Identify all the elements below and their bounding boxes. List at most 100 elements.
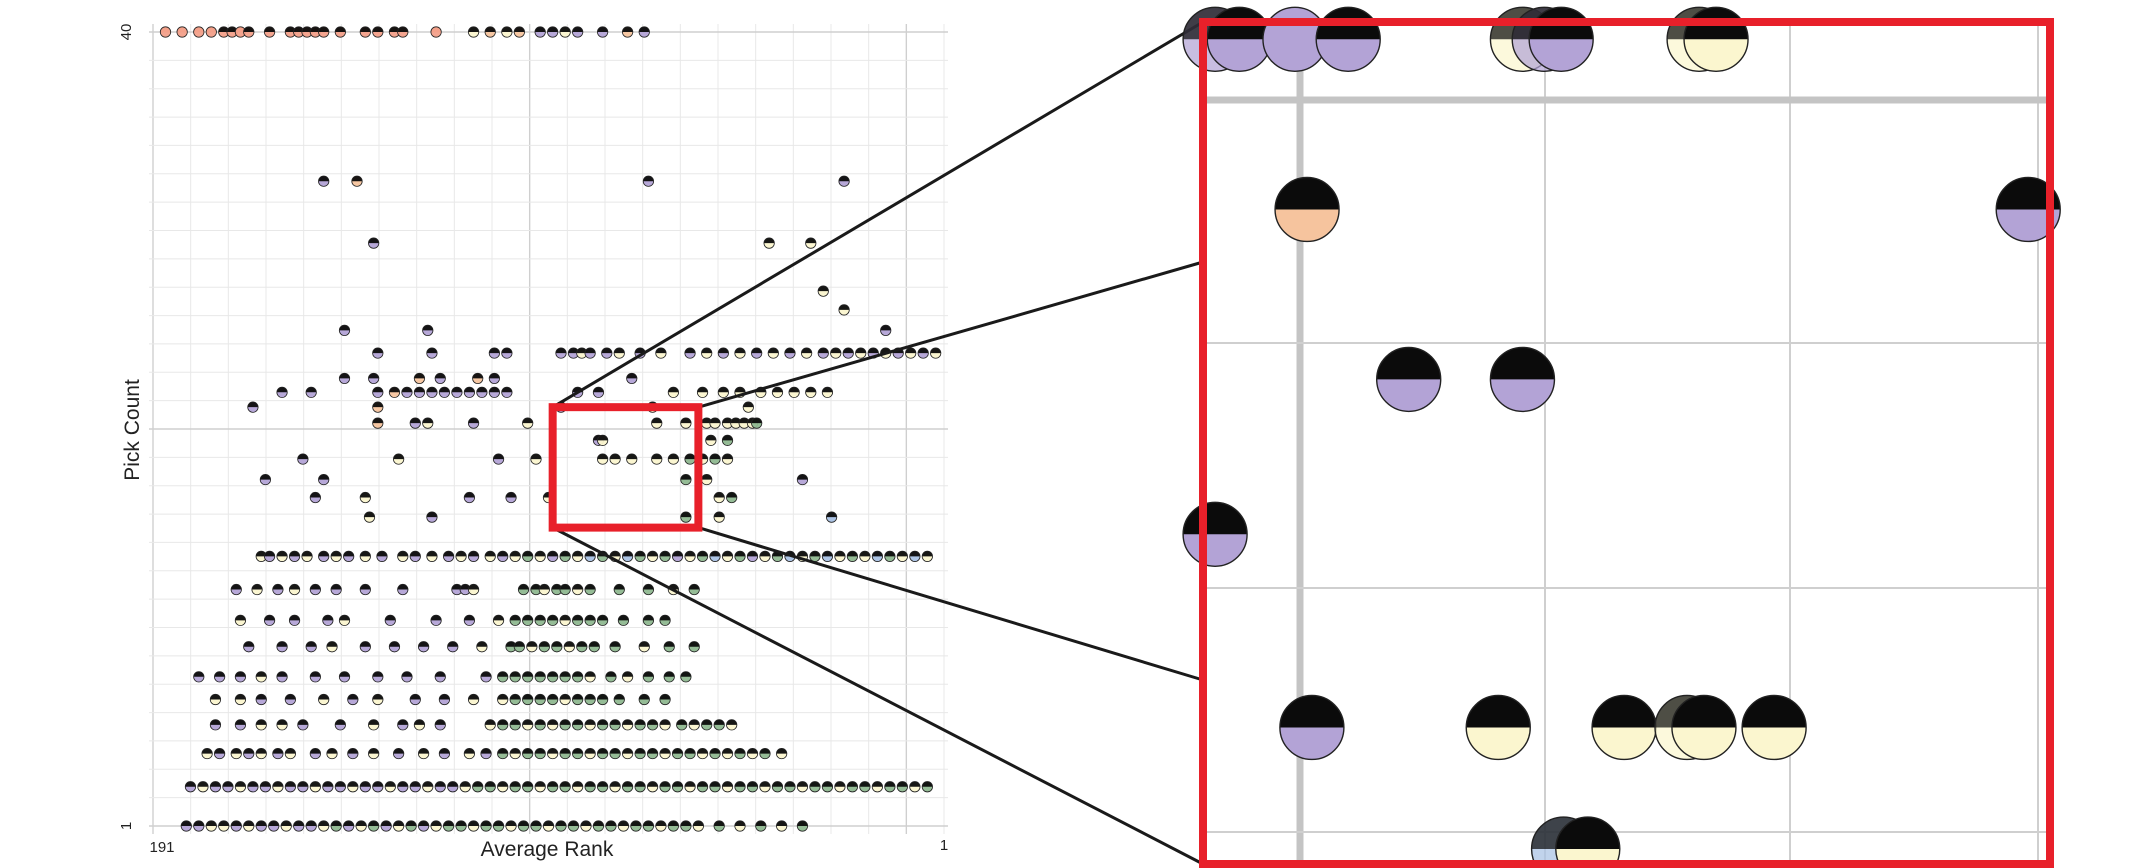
data-point bbox=[742, 401, 754, 413]
data-point bbox=[638, 693, 650, 706]
data-point bbox=[372, 347, 384, 359]
data-point bbox=[484, 719, 496, 731]
data-point bbox=[696, 781, 709, 793]
data-point bbox=[547, 550, 559, 562]
data-point bbox=[684, 347, 696, 359]
data-point bbox=[734, 347, 746, 359]
data-point bbox=[751, 417, 763, 429]
data-point bbox=[197, 781, 209, 793]
data-point bbox=[522, 693, 534, 706]
data-point bbox=[621, 550, 634, 562]
data-point bbox=[659, 781, 671, 793]
data-point bbox=[709, 781, 721, 793]
data-point bbox=[297, 719, 309, 731]
data-point bbox=[805, 386, 817, 398]
data-point bbox=[559, 614, 571, 626]
data-point bbox=[597, 434, 609, 446]
data-point bbox=[759, 747, 771, 760]
data-point bbox=[584, 550, 596, 562]
data-point bbox=[284, 747, 296, 760]
data-point bbox=[509, 781, 521, 793]
data-point bbox=[305, 641, 317, 653]
data-point bbox=[688, 641, 700, 653]
data-point bbox=[434, 671, 446, 683]
data-point bbox=[430, 820, 442, 832]
data-point bbox=[318, 26, 330, 38]
data-point bbox=[334, 781, 346, 793]
data-point bbox=[442, 820, 455, 832]
data-point bbox=[322, 781, 334, 793]
data-point bbox=[205, 26, 217, 38]
data-point bbox=[659, 550, 671, 562]
y-tick-label-top: 40 bbox=[118, 24, 135, 41]
data-point bbox=[209, 693, 222, 706]
data-point bbox=[613, 347, 625, 359]
data-point bbox=[884, 781, 896, 793]
data-point bbox=[509, 550, 521, 562]
data-point bbox=[372, 401, 384, 413]
data-point bbox=[522, 671, 534, 683]
data-point bbox=[318, 550, 330, 562]
data-point bbox=[659, 719, 671, 731]
data-point bbox=[255, 671, 267, 683]
data-point bbox=[297, 781, 309, 793]
data-point bbox=[621, 671, 634, 683]
data-point bbox=[434, 719, 446, 731]
data-point bbox=[309, 583, 321, 596]
data-point bbox=[376, 550, 388, 562]
data-point bbox=[480, 820, 492, 832]
data-point bbox=[825, 511, 838, 523]
data-point bbox=[859, 781, 871, 793]
data-point bbox=[896, 781, 908, 793]
data-point bbox=[476, 386, 488, 398]
data-point bbox=[696, 550, 709, 562]
data-point bbox=[771, 386, 784, 398]
data-point bbox=[671, 781, 684, 793]
data-point bbox=[509, 693, 521, 706]
data-point bbox=[871, 550, 883, 562]
data-point bbox=[276, 641, 288, 653]
data-point bbox=[559, 583, 571, 596]
data-point bbox=[547, 26, 559, 38]
data-point bbox=[584, 781, 596, 793]
data-point bbox=[667, 453, 679, 465]
data-point bbox=[380, 820, 392, 832]
data-point bbox=[721, 550, 734, 562]
data-point bbox=[576, 641, 588, 653]
data-point bbox=[547, 671, 559, 683]
data-point bbox=[572, 747, 584, 760]
data-point bbox=[426, 550, 438, 562]
data-point bbox=[234, 693, 247, 706]
data-point bbox=[572, 26, 584, 38]
data-point bbox=[413, 719, 426, 731]
data-point bbox=[347, 781, 359, 793]
data-point bbox=[201, 747, 213, 760]
data-point bbox=[243, 641, 255, 653]
data-point bbox=[326, 747, 338, 760]
data-point bbox=[368, 372, 380, 385]
data-point bbox=[842, 347, 854, 359]
data-point bbox=[276, 386, 288, 398]
data-point bbox=[467, 26, 480, 38]
data-point bbox=[338, 372, 351, 385]
data-point bbox=[530, 820, 542, 832]
data-point bbox=[492, 614, 505, 626]
data-point bbox=[696, 386, 709, 398]
data-point bbox=[751, 347, 763, 359]
data-point bbox=[776, 747, 788, 760]
data-point bbox=[651, 453, 663, 465]
data-point bbox=[230, 820, 242, 832]
data-point bbox=[488, 347, 500, 359]
data-point bbox=[1741, 694, 1807, 761]
data-point bbox=[713, 719, 725, 731]
data-point bbox=[522, 417, 534, 429]
data-point bbox=[272, 583, 284, 596]
data-point bbox=[517, 583, 530, 596]
data-point bbox=[534, 781, 546, 793]
data-point bbox=[276, 719, 288, 731]
data-point bbox=[338, 614, 351, 626]
data-point bbox=[559, 781, 571, 793]
data-point bbox=[909, 550, 921, 562]
data-point bbox=[159, 26, 172, 38]
data-point bbox=[534, 614, 546, 626]
